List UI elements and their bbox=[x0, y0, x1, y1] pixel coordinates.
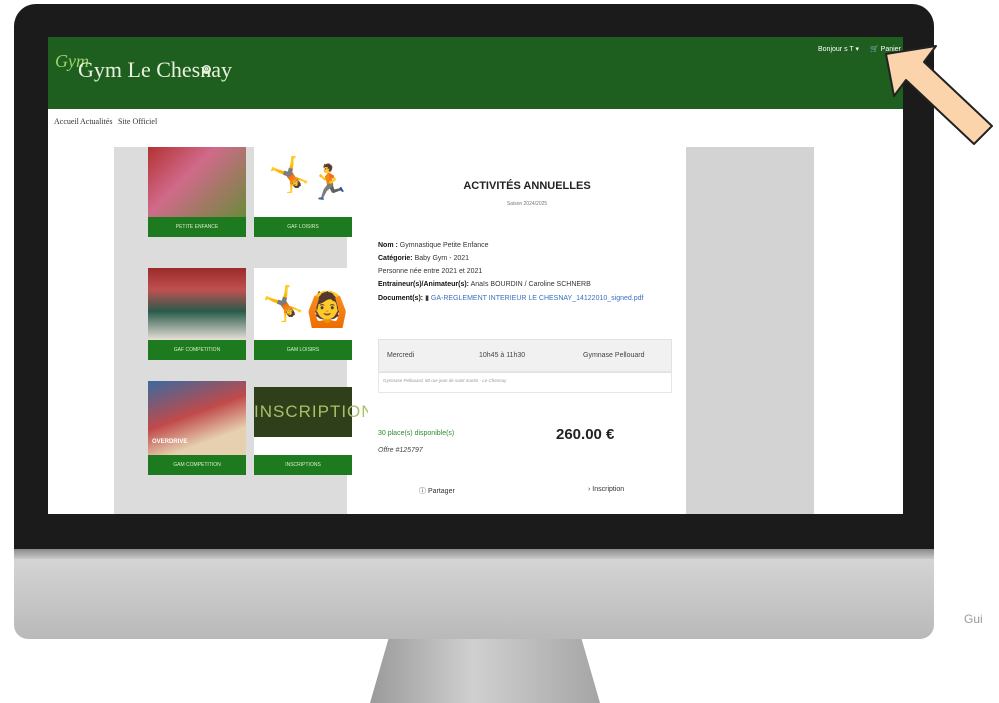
user-menu[interactable]: Bonjour s T ▾ bbox=[818, 45, 859, 53]
nav-item-actualites[interactable]: Actualités bbox=[80, 117, 112, 126]
share-label: Partager bbox=[427, 488, 455, 495]
name-label: Nom : bbox=[378, 242, 398, 249]
trainers-label: Entraineur(s)/Animateur(s): bbox=[378, 281, 470, 288]
gymnast-silhouette-icon: 🤸 bbox=[268, 156, 311, 194]
activity-card-gam-competition[interactable]: OVERDRIVE GAM COMPETITION bbox=[148, 381, 246, 475]
gymnast-silhouette-icon: 🤸 bbox=[262, 285, 305, 323]
activity-detail-card: ACTIVITÉS ANNUELLES Saison 2024/2025 Nom… bbox=[368, 156, 686, 514]
card-label: GAM COMPETITION bbox=[148, 455, 246, 475]
nav-item-site-officiel[interactable]: Site Officiel bbox=[118, 117, 157, 126]
card-photo: 🤸 🙆 bbox=[254, 268, 352, 340]
detail-season: Saison 2024/2025 bbox=[506, 201, 548, 207]
address-row: Gymnase Pellouard, 60 rue jean de saint … bbox=[378, 371, 672, 393]
right-gray-panel bbox=[686, 147, 814, 514]
card-photo bbox=[148, 268, 246, 340]
main-content: PETITE ENFANCE 🤸 🏃 GAF LOISIRS GAF COMPE… bbox=[48, 147, 903, 514]
monitor-chin bbox=[14, 549, 934, 639]
card-label: PETITE ENFANCE bbox=[148, 217, 246, 237]
activity-card-gaf-loisirs[interactable]: 🤸 🏃 GAF LOISIRS bbox=[254, 147, 352, 237]
main-nav: Accueil Actualités Site Officiel bbox=[48, 109, 903, 147]
card-photo: OVERDRIVE bbox=[148, 381, 246, 455]
card-label: GAF LOISIRS bbox=[254, 217, 352, 237]
detail-docs-row: Document(s): ▮ GA-REGLEMENT INTERIEUR LE… bbox=[378, 294, 643, 302]
inscription-button[interactable]: › Inscription bbox=[588, 486, 624, 493]
file-icon: ▮ bbox=[425, 295, 429, 302]
inscription-banner: INSCRIPTION bbox=[254, 387, 374, 437]
activity-card-inscriptions[interactable]: INSCRIPTION INSCRIPTIONS bbox=[254, 387, 374, 475]
activity-card-petite-enfance[interactable]: PETITE ENFANCE bbox=[148, 147, 246, 237]
monitor-chin-shade bbox=[14, 549, 934, 559]
card-label: INSCRIPTIONS bbox=[254, 455, 352, 475]
overdrive-badge: OVERDRIVE bbox=[152, 439, 188, 445]
brand-badge-icon: ⊙ bbox=[202, 65, 211, 74]
docs-label: Document(s): bbox=[378, 295, 424, 302]
schedule-time: 10h45 à 11h30 bbox=[479, 352, 526, 359]
site-header: Gym Gym Le Chesnay ⊙ Bonjour s T ▾ 🛒 Pan… bbox=[48, 37, 903, 109]
detail-name-row: Nom : Gymnastique Petite Enfance bbox=[378, 242, 489, 249]
detail-category-row: Catégorie: Baby Gym - 2021 bbox=[378, 255, 469, 262]
caption-text: Gui bbox=[964, 612, 983, 626]
address-text: Gymnase Pellouard, 60 rue jean de saint … bbox=[383, 378, 507, 383]
monitor-stand bbox=[370, 639, 600, 703]
document-link[interactable]: GA-REGLEMENT INTERIEUR LE CHESNAY_141220… bbox=[431, 295, 644, 302]
price: 260.00 € bbox=[556, 426, 615, 443]
schedule-place: Gymnase Pellouard bbox=[583, 352, 645, 359]
gymnast-silhouette-icon: 🏃 bbox=[308, 164, 351, 202]
activities-panel: PETITE ENFANCE 🤸 🏃 GAF LOISIRS GAF COMPE… bbox=[114, 147, 374, 514]
offer-number: Offre #125797 bbox=[378, 447, 423, 454]
detail-persons: Personne née entre 2021 et 2021 bbox=[378, 268, 483, 275]
nav-item-accueil[interactable]: Accueil bbox=[54, 117, 79, 126]
gymnast-silhouette-icon: 🙆 bbox=[306, 291, 349, 329]
places-available: 30 place(s) disponible(s) bbox=[378, 430, 455, 437]
detail-title: ACTIVITÉS ANNUELLES bbox=[463, 180, 591, 192]
activity-card-gam-loisirs[interactable]: 🤸 🙆 GAM LOISIRS bbox=[254, 268, 352, 360]
card-photo bbox=[148, 147, 246, 217]
activity-card-gaf-competition[interactable]: GAF COMPETITION bbox=[148, 268, 246, 360]
card-label: GAF COMPETITION bbox=[148, 340, 246, 360]
browser-screen: Gym Gym Le Chesnay ⊙ Bonjour s T ▾ 🛒 Pan… bbox=[48, 37, 903, 514]
inscription-label: Inscription bbox=[592, 486, 625, 493]
share-button[interactable]: ⓘ Partager bbox=[419, 486, 455, 496]
card-label: GAM LOISIRS bbox=[254, 340, 352, 360]
category-label: Catégorie: bbox=[378, 255, 413, 262]
card-photo: 🤸 🏃 bbox=[254, 147, 352, 217]
schedule-row: Mercredi 10h45 à 11h30 Gymnase Pellouard bbox=[378, 339, 672, 373]
trainers-value: Anaïs BOURDIN / Caroline SCHNERB bbox=[470, 281, 591, 288]
name-value: Gymnastique Petite Enfance bbox=[399, 242, 489, 249]
pointer-arrow-icon bbox=[885, 45, 993, 145]
schedule-day: Mercredi bbox=[387, 352, 415, 359]
category-value: Baby Gym - 2021 bbox=[414, 255, 470, 262]
detail-trainers-row: Entraineur(s)/Animateur(s): Anaïs BOURDI… bbox=[378, 281, 591, 288]
share-icon: ⓘ bbox=[419, 488, 428, 495]
